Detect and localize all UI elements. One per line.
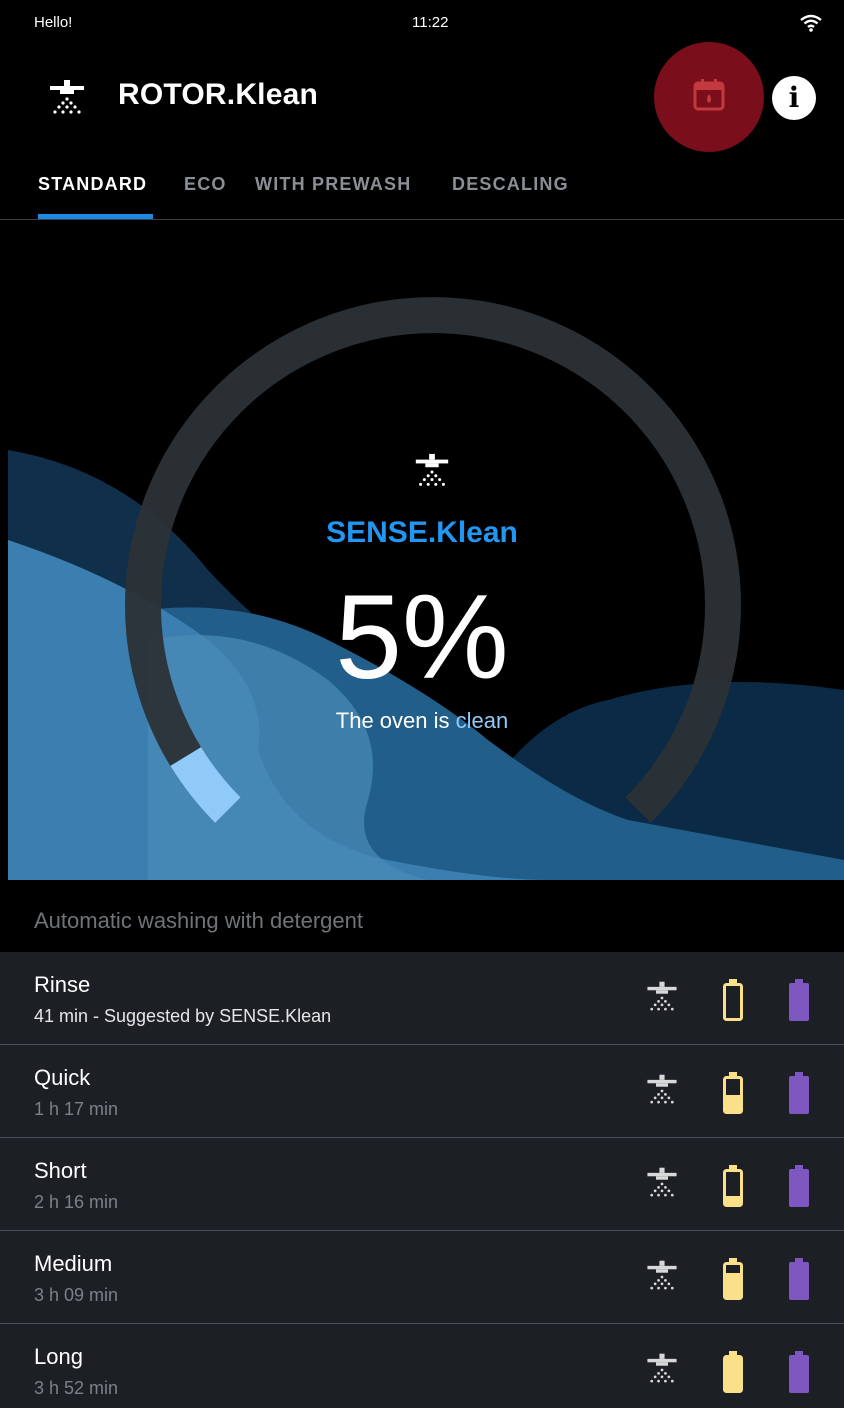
section-header: Automatic washing with detergent — [0, 880, 844, 952]
oven-status-value: clean — [455, 708, 509, 733]
tab-indicator — [38, 214, 153, 219]
rinse-aid-bottle-icon — [789, 1072, 809, 1114]
program-detail: 2 h 16 min — [34, 1192, 119, 1212]
detergent-bottle-icon — [723, 979, 743, 1021]
wifi-icon — [800, 14, 822, 32]
program-row-rinse[interactable]: Rinse 41 min - Suggested by SENSE.Klean — [0, 952, 844, 1045]
detergent-bottle-icon — [723, 1072, 743, 1114]
cleanliness-gauge — [125, 297, 741, 823]
shower-icon — [647, 1167, 677, 1197]
info-button[interactable]: i — [772, 76, 816, 120]
program-row-medium[interactable]: Medium 3 h 09 min — [0, 1231, 844, 1324]
status-bar: Hello! 11:22 — [0, 0, 844, 40]
rinse-aid-bottle-icon — [789, 979, 809, 1021]
app-bar: ROTOR.Klean i — [0, 40, 844, 152]
shower-icon — [647, 981, 677, 1011]
rinse-aid-bottle-icon — [789, 1165, 809, 1207]
oven-status-prefix: The oven is — [335, 708, 450, 733]
program-name: Medium — [34, 1251, 113, 1276]
program-detail: 3 h 52 min — [34, 1378, 119, 1398]
program-name: Short — [34, 1158, 87, 1183]
calendar-drop-icon — [693, 79, 725, 111]
program-name: Quick — [34, 1065, 91, 1090]
rinse-aid-bottle-icon — [789, 1351, 809, 1393]
tab-eco[interactable]: ECO — [184, 174, 227, 195]
program-row-long[interactable]: Long 3 h 52 min — [0, 1324, 844, 1408]
shower-icon — [647, 1074, 677, 1104]
program-name: Rinse — [34, 972, 91, 997]
detergent-bottle-icon — [723, 1351, 743, 1393]
section-title: Automatic washing with detergent — [34, 908, 363, 933]
program-tabs: STANDARD ECO WITH PREWASH DESCALING — [0, 150, 844, 220]
shower-icon — [50, 80, 84, 114]
program-detail: 1 h 17 min — [34, 1099, 119, 1119]
program-detail: 41 min - Suggested by SENSE.Klean — [34, 1006, 332, 1026]
shower-icon — [647, 1353, 677, 1383]
program-row-quick[interactable]: Quick 1 h 17 min — [0, 1045, 844, 1138]
cleanliness-panel: SENSE.Klean 5% The oven is clean — [8, 220, 844, 880]
calendar-button[interactable] — [654, 42, 764, 152]
shower-icon — [647, 1260, 677, 1290]
oven-status: The oven is clean — [8, 708, 844, 734]
detergent-bottle-icon — [723, 1258, 743, 1300]
tab-standard[interactable]: STANDARD — [38, 174, 147, 195]
rinse-aid-bottle-icon — [789, 1258, 809, 1300]
program-name: Long — [34, 1344, 83, 1369]
program-row-short[interactable]: Short 2 h 16 min — [0, 1138, 844, 1231]
info-icon: i — [788, 81, 800, 114]
sense-title: SENSE.Klean — [326, 516, 518, 549]
program-detail: 3 h 09 min — [34, 1285, 119, 1305]
status-greeting: Hello! — [34, 14, 73, 31]
tab-descaling[interactable]: DESCALING — [452, 174, 569, 195]
cleanliness-percent: 5% — [335, 570, 509, 704]
program-list: Rinse 41 min - Suggested by SENSE.Klean … — [0, 952, 844, 1408]
detergent-bottle-icon — [723, 1165, 743, 1207]
sense-shower-icon — [415, 453, 449, 486]
status-time: 11:22 — [412, 14, 449, 31]
tab-with-prewash[interactable]: WITH PREWASH — [255, 174, 411, 195]
app-title: ROTOR.Klean — [118, 78, 319, 111]
